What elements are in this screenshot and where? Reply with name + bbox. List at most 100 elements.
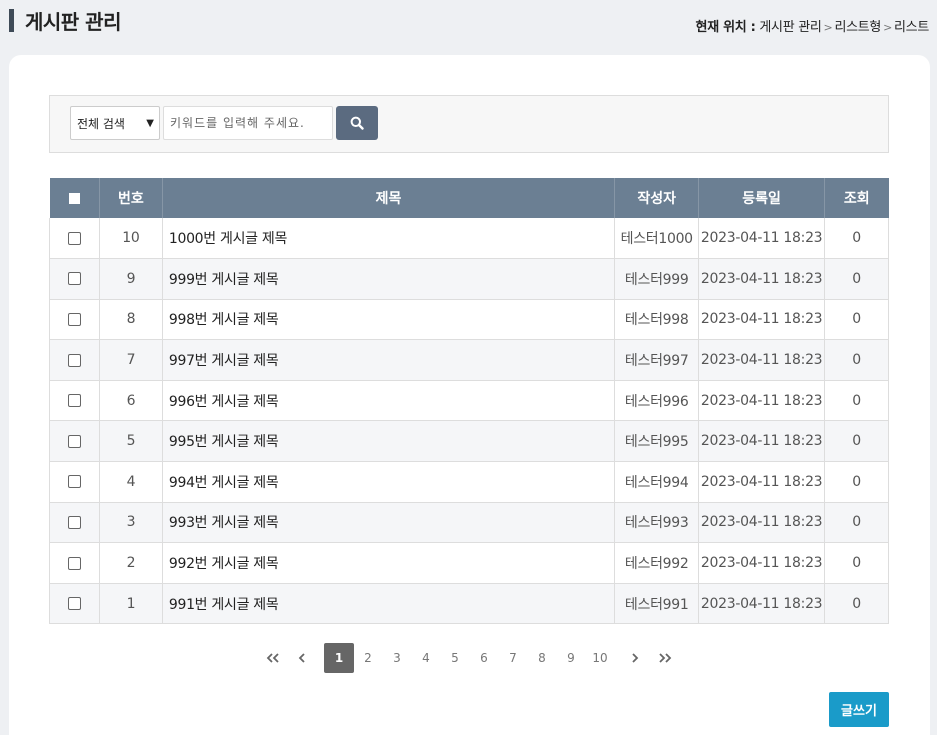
- page-button-7[interactable]: 7: [498, 643, 528, 673]
- page-button-9[interactable]: 9: [556, 643, 586, 673]
- col-header-author: 작성자: [614, 178, 700, 218]
- row-number: 7: [99, 339, 163, 381]
- prev-page-button[interactable]: [287, 643, 317, 673]
- row-title[interactable]: 997번 게시글 제목: [162, 339, 616, 381]
- row-views: 0: [824, 583, 889, 625]
- row-checkbox[interactable]: [67, 231, 81, 245]
- row-number: 3: [99, 502, 163, 544]
- table-row[interactable]: 2 992번 게시글 제목 테스터992 2023-04-11 18:23 0: [49, 542, 889, 584]
- row-checkbox-cell[interactable]: [49, 461, 100, 503]
- row-title[interactable]: 994번 게시글 제목: [162, 461, 616, 503]
- row-checkbox[interactable]: [67, 272, 81, 286]
- row-date: 2023-04-11 18:23: [698, 420, 826, 463]
- page-header: 게시판 관리 현재 위치 : 게시판 관리 > 리스트형 > 리스트: [0, 0, 937, 48]
- row-number: 8: [99, 299, 163, 341]
- search-input[interactable]: [163, 106, 333, 140]
- row-author: 테스터999: [614, 258, 700, 300]
- select-all-header[interactable]: [49, 178, 100, 218]
- row-number: 4: [99, 461, 163, 503]
- row-views: 0: [824, 542, 889, 584]
- row-author: 테스터991: [614, 583, 700, 625]
- row-checkbox[interactable]: [67, 556, 81, 570]
- row-checkbox-cell[interactable]: [49, 258, 100, 300]
- row-author: 테스터998: [614, 299, 700, 341]
- row-author: 테스터997: [614, 339, 700, 381]
- table-header-row: 번호 제목 작성자 등록일 조회: [49, 178, 889, 218]
- page-button-4[interactable]: 4: [411, 643, 441, 673]
- row-author: 테스터995: [614, 420, 700, 463]
- row-author: 테스터992: [614, 542, 700, 584]
- page-button-3[interactable]: 3: [382, 643, 412, 673]
- chevron-left-icon: [298, 653, 305, 663]
- table-row[interactable]: 3 993번 게시글 제목 테스터993 2023-04-11 18:23 0: [49, 502, 889, 544]
- col-header-number: 번호: [99, 178, 163, 218]
- table-row[interactable]: 4 994번 게시글 제목 테스터994 2023-04-11 18:23 0: [49, 461, 889, 503]
- row-views: 0: [824, 218, 889, 260]
- page-button-2[interactable]: 2: [353, 643, 383, 673]
- breadcrumb-item-board[interactable]: 게시판 관리: [759, 20, 821, 35]
- page-title: 게시판 관리: [25, 10, 121, 34]
- row-checkbox-cell[interactable]: [49, 420, 100, 463]
- row-views: 0: [824, 339, 889, 381]
- breadcrumb-item-listtype[interactable]: 리스트형: [834, 20, 881, 35]
- search-box: 전체 검색 ▼: [49, 95, 889, 153]
- chevron-right-icon: >: [883, 21, 893, 34]
- page-button-6[interactable]: 6: [469, 643, 499, 673]
- table-row[interactable]: 10 1000번 게시글 제목 테스터1000 2023-04-11 18:23…: [49, 218, 889, 260]
- row-checkbox-cell[interactable]: [49, 218, 100, 260]
- next-page-button[interactable]: [620, 643, 650, 673]
- col-header-date: 등록일: [698, 178, 826, 218]
- row-checkbox[interactable]: [67, 597, 81, 611]
- row-title[interactable]: 993번 게시글 제목: [162, 502, 616, 544]
- row-checkbox-cell[interactable]: [49, 299, 100, 341]
- row-checkbox-cell[interactable]: [49, 380, 100, 422]
- table-row[interactable]: 9 999번 게시글 제목 테스터999 2023-04-11 18:23 0: [49, 258, 889, 300]
- row-title[interactable]: 996번 게시글 제목: [162, 380, 616, 422]
- row-checkbox[interactable]: [67, 353, 81, 367]
- row-author: 테스터1000: [614, 218, 700, 260]
- row-number: 6: [99, 380, 163, 422]
- table-row[interactable]: 7 997번 게시글 제목 테스터997 2023-04-11 18:23 0: [49, 339, 889, 381]
- search-type-select[interactable]: 전체 검색 ▼: [70, 106, 160, 140]
- row-title[interactable]: 991번 게시글 제목: [162, 583, 616, 625]
- breadcrumb-item-list[interactable]: 리스트: [894, 20, 929, 35]
- row-number: 9: [99, 258, 163, 300]
- row-title[interactable]: 995번 게시글 제목: [162, 420, 616, 463]
- search-button[interactable]: [336, 106, 378, 140]
- row-checkbox-cell[interactable]: [49, 339, 100, 381]
- write-button[interactable]: 글쓰기: [829, 692, 889, 727]
- first-page-button[interactable]: [258, 643, 288, 673]
- row-date: 2023-04-11 18:23: [698, 461, 826, 503]
- page-button-10[interactable]: 10: [585, 643, 615, 673]
- row-checkbox-cell[interactable]: [49, 542, 100, 584]
- page-button-8[interactable]: 8: [527, 643, 557, 673]
- double-chevron-right-icon: [659, 653, 672, 663]
- row-title[interactable]: 1000번 게시글 제목: [162, 218, 616, 260]
- row-date: 2023-04-11 18:23: [698, 258, 826, 300]
- row-title[interactable]: 999번 게시글 제목: [162, 258, 616, 300]
- row-checkbox[interactable]: [67, 434, 81, 448]
- row-views: 0: [824, 380, 889, 422]
- row-title[interactable]: 992번 게시글 제목: [162, 542, 616, 584]
- page-button-1[interactable]: 1: [324, 643, 354, 673]
- row-checkbox[interactable]: [67, 475, 81, 489]
- table-row[interactable]: 6 996번 게시글 제목 테스터996 2023-04-11 18:23 0: [49, 380, 889, 422]
- row-title[interactable]: 998번 게시글 제목: [162, 299, 616, 341]
- double-chevron-left-icon: [266, 653, 279, 663]
- row-checkbox[interactable]: [67, 394, 81, 408]
- page-button-5[interactable]: 5: [440, 643, 470, 673]
- table-row[interactable]: 5 995번 게시글 제목 테스터995 2023-04-11 18:23 0: [49, 420, 889, 463]
- row-checkbox-cell[interactable]: [49, 583, 100, 625]
- select-all-checkbox[interactable]: [68, 192, 80, 204]
- table-row[interactable]: 1 991번 게시글 제목 테스터991 2023-04-11 18:23 0: [49, 583, 889, 625]
- table-row[interactable]: 8 998번 게시글 제목 테스터998 2023-04-11 18:23 0: [49, 299, 889, 341]
- row-checkbox[interactable]: [67, 515, 81, 529]
- last-page-button[interactable]: [650, 643, 680, 673]
- row-date: 2023-04-11 18:23: [698, 299, 826, 341]
- row-date: 2023-04-11 18:23: [698, 380, 826, 422]
- row-checkbox-cell[interactable]: [49, 502, 100, 544]
- row-number: 2: [99, 542, 163, 584]
- row-views: 0: [824, 502, 889, 544]
- row-author: 테스터994: [614, 461, 700, 503]
- row-checkbox[interactable]: [67, 312, 81, 326]
